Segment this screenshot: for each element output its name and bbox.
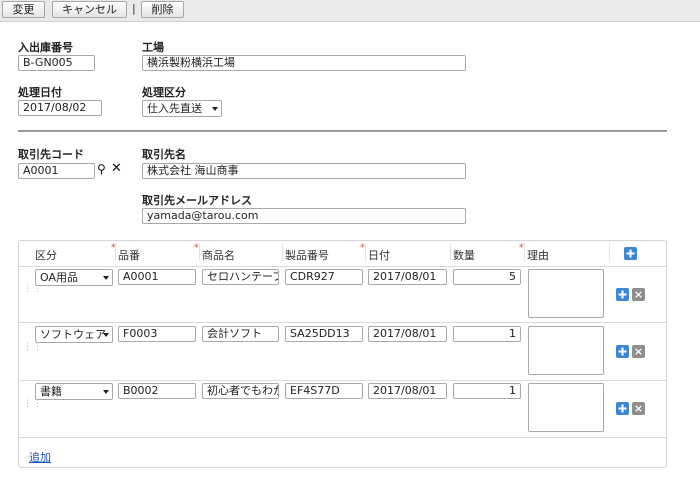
column-divider (524, 243, 525, 261)
quantity-field[interactable]: 5 (453, 269, 521, 285)
process-date-label: 処理日付 (18, 86, 62, 99)
column-divider (282, 243, 283, 261)
process-date-field[interactable]: 2017/08/02 (18, 100, 102, 116)
category-select[interactable]: 書籍 (35, 383, 113, 400)
reason-textarea[interactable] (528, 326, 604, 375)
process-type-label: 処理区分 (142, 86, 186, 99)
required-mark: * (519, 243, 524, 253)
delete-button[interactable]: 削除 (141, 1, 184, 18)
client-email-field[interactable]: yamada@tarou.com (142, 208, 466, 224)
quantity-field[interactable]: 1 (453, 326, 521, 342)
header-item-no: 品番 (118, 249, 140, 262)
row-divider (19, 322, 666, 323)
search-icon[interactable]: ⚲ (97, 162, 106, 176)
column-divider (115, 243, 116, 261)
header-bottom-border (19, 266, 666, 267)
date-field[interactable]: 2017/08/01 (368, 383, 447, 399)
drag-handle-icon[interactable]: ⋮⋮ (23, 343, 42, 357)
date-field[interactable]: 2017/08/01 (368, 269, 447, 285)
reason-textarea[interactable] (528, 383, 604, 432)
product-name-field[interactable]: 初心者でもわか (202, 383, 279, 399)
factory-label: 工場 (142, 41, 164, 54)
chevron-down-icon (103, 276, 109, 280)
header-serial-no: 製品番号 (285, 249, 329, 262)
chevron-down-icon (103, 333, 109, 337)
detail-grid: 区分 * 品番 * 商品名 製品番号 * 日付 数量 * 理由 ⋮⋮ OA用品 … (18, 240, 667, 468)
header-reason: 理由 (527, 249, 549, 262)
process-type-select[interactable]: 仕入先直送 (142, 100, 222, 117)
required-mark: * (360, 243, 365, 253)
chevron-down-icon (103, 390, 109, 394)
column-divider (365, 243, 366, 261)
product-name-field[interactable]: 会計ソフト (202, 326, 279, 342)
required-mark: * (194, 243, 199, 253)
receipt-no-label: 入出庫番号 (18, 41, 73, 54)
client-name-label: 取引先名 (142, 148, 186, 161)
header-quantity: 数量 (453, 249, 475, 262)
reason-textarea[interactable] (528, 269, 604, 318)
add-row-icon[interactable] (616, 402, 629, 415)
drag-handle-icon[interactable]: ⋮⋮ (23, 285, 42, 299)
section-divider (18, 130, 667, 132)
header-category: 区分 (35, 249, 57, 262)
drag-handle-icon[interactable]: ⋮⋮ (23, 400, 42, 414)
cancel-button[interactable]: キャンセル (52, 1, 127, 18)
delete-row-icon[interactable]: × (632, 402, 645, 415)
column-divider (609, 243, 610, 261)
serial-no-field[interactable]: SA25DD13 (285, 326, 363, 342)
add-row-icon[interactable] (616, 345, 629, 358)
category-value: 書籍 (40, 385, 62, 398)
client-code-field[interactable]: A0001 (18, 163, 95, 179)
chevron-down-icon (212, 107, 218, 111)
serial-no-field[interactable]: EF4S77D (285, 383, 363, 399)
item-no-field[interactable]: F0003 (118, 326, 196, 342)
column-divider (199, 243, 200, 261)
form-panel: 入出庫番号 B-GN005 工場 横浜製粉横浜工場 処理日付 2017/08/0… (0, 21, 700, 477)
column-divider (450, 243, 451, 261)
add-row-icon[interactable] (616, 288, 629, 301)
add-row-link[interactable]: 追加 (29, 449, 51, 465)
row-divider (19, 380, 666, 381)
change-button[interactable]: 変更 (2, 1, 45, 18)
client-email-label: 取引先メールアドレス (142, 194, 252, 207)
category-value: OA用品 (40, 271, 78, 284)
category-value: ソフトウェア (40, 328, 106, 341)
date-field[interactable]: 2017/08/01 (368, 326, 447, 342)
clear-icon[interactable]: ✕ (111, 161, 122, 176)
header-product-name: 商品名 (202, 249, 235, 262)
factory-field[interactable]: 横浜製粉横浜工場 (142, 55, 466, 71)
client-code-label: 取引先コード (18, 148, 84, 161)
toolbar: 変更 キャンセル | 削除 (0, 0, 700, 20)
client-name-field[interactable]: 株式会社 海山商事 (142, 163, 466, 179)
product-name-field[interactable]: セロハンテープ (202, 269, 279, 285)
category-select[interactable]: OA用品 (35, 269, 113, 286)
delete-row-icon[interactable]: × (632, 288, 645, 301)
add-row-icon[interactable] (624, 247, 637, 260)
receipt-no-field[interactable]: B-GN005 (18, 55, 95, 71)
item-no-field[interactable]: B0002 (118, 383, 196, 399)
item-no-field[interactable]: A0001 (118, 269, 196, 285)
toolbar-separator: | (132, 2, 136, 15)
quantity-field[interactable]: 1 (453, 383, 521, 399)
category-select[interactable]: ソフトウェア (35, 326, 113, 343)
row-divider (19, 437, 666, 438)
process-type-value: 仕入先直送 (147, 102, 202, 115)
serial-no-field[interactable]: CDR927 (285, 269, 363, 285)
delete-row-icon[interactable]: × (632, 345, 645, 358)
header-date: 日付 (368, 249, 390, 262)
